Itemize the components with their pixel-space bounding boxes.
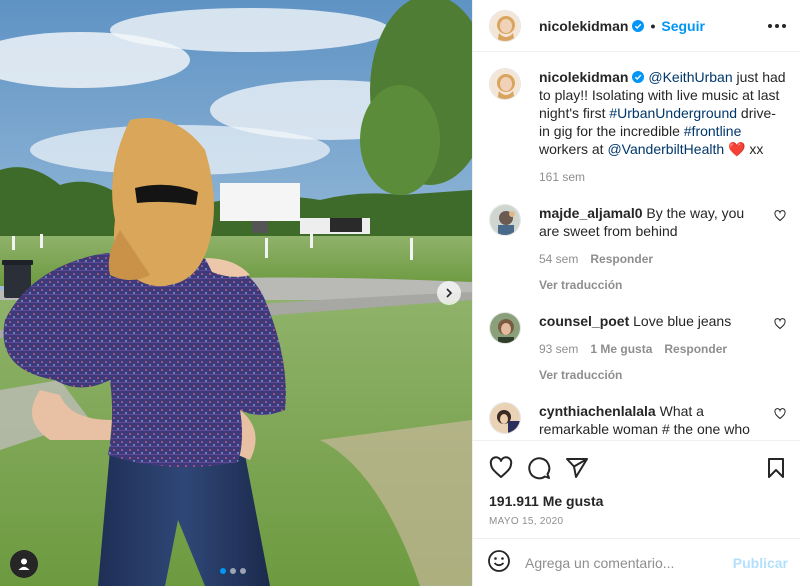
- commenter-avatar[interactable]: [489, 204, 521, 236]
- reply-button[interactable]: Responder: [590, 250, 653, 268]
- comment-bubble-icon: [528, 457, 551, 480]
- comment-content: Love blue jeans: [629, 313, 732, 329]
- comment-body: cynthiachenlalala What a remarkable woma…: [539, 402, 766, 438]
- author-avatar[interactable]: [489, 9, 521, 42]
- comment-time[interactable]: 93 sem: [539, 340, 578, 358]
- next-image-button[interactable]: [437, 281, 461, 305]
- mention-link[interactable]: @KeithUrban: [648, 69, 732, 85]
- carousel-indicator: [220, 568, 246, 574]
- caption-meta: 161 sem: [539, 168, 786, 186]
- avatar-image: [490, 205, 520, 235]
- dot-icon: [782, 23, 786, 28]
- comment-username[interactable]: cynthiachenlalala: [539, 403, 656, 419]
- chevron-right-icon: [446, 288, 453, 298]
- post-date[interactable]: MAYO 15, 2020: [489, 516, 788, 527]
- comment-composer: Publicar: [473, 538, 800, 586]
- comment-item: majde_aljamal0 By the way, you are sweet…: [489, 204, 786, 294]
- comment-item: counsel_poet Love blue jeans 93 sem 1 Me…: [489, 312, 786, 384]
- post-image[interactable]: [0, 0, 472, 586]
- caption-body: nicolekidman @KeithUrban just had to pla…: [539, 68, 786, 186]
- verified-badge-icon: [632, 71, 645, 83]
- heart-icon: [489, 456, 513, 478]
- post-panel: nicolekidman • Seguir nicolekidman @Keit…: [472, 0, 800, 586]
- caption-text-part: workers at: [539, 141, 608, 157]
- save-button[interactable]: [764, 456, 788, 480]
- comment-time[interactable]: 54 sem: [539, 250, 578, 268]
- carousel-dot: [230, 568, 236, 574]
- comment-text: cynthiachenlalala What a remarkable woma…: [539, 402, 766, 438]
- author-username[interactable]: nicolekidman: [539, 18, 628, 34]
- caption-text: nicolekidman @KeithUrban just had to pla…: [539, 68, 786, 158]
- comment-button[interactable]: [527, 456, 551, 480]
- like-button[interactable]: [489, 456, 513, 480]
- carousel-dot: [240, 568, 246, 574]
- follow-button[interactable]: Seguir: [661, 18, 705, 34]
- avatar-image: [490, 69, 520, 99]
- separator: •: [650, 17, 656, 34]
- publish-button[interactable]: Publicar: [733, 555, 788, 571]
- heart-emoji: ❤️: [728, 141, 746, 157]
- mention-link[interactable]: @VanderbiltHealth: [607, 141, 724, 157]
- avatar-image: [490, 10, 520, 41]
- comment-body: counsel_poet Love blue jeans 93 sem 1 Me…: [539, 312, 766, 384]
- comment-meta: 54 sem Responder: [539, 250, 766, 268]
- post-actions: 191.911 Me gusta MAYO 15, 2020: [473, 440, 800, 538]
- caption-username[interactable]: nicolekidman: [539, 69, 628, 85]
- comment-text: counsel_poet Love blue jeans: [539, 312, 766, 330]
- commenter-avatar[interactable]: [489, 312, 521, 344]
- comment-text: majde_aljamal0 By the way, you are sweet…: [539, 204, 766, 240]
- post-header: nicolekidman • Seguir: [473, 0, 800, 52]
- dot-icon: [775, 23, 779, 28]
- avatar-image: [490, 403, 520, 433]
- bookmark-icon: [768, 458, 784, 478]
- like-comment-heart-icon[interactable]: [774, 210, 786, 222]
- verified-badge-icon: [632, 19, 645, 32]
- post-modal: nicolekidman • Seguir nicolekidman @Keit…: [0, 0, 800, 586]
- dot-icon: [768, 23, 772, 28]
- comment-body: majde_aljamal0 By the way, you are sweet…: [539, 204, 766, 294]
- caption-text-part: xx: [745, 141, 764, 157]
- post-photo-scene: [0, 0, 472, 586]
- user-icon: [18, 558, 30, 570]
- carousel-dot-active: [220, 568, 226, 574]
- more-options-button[interactable]: [768, 23, 786, 28]
- commenter-avatar[interactable]: [489, 402, 521, 434]
- paper-plane-icon: [566, 458, 588, 478]
- comments-list[interactable]: nicolekidman @KeithUrban just had to pla…: [473, 52, 800, 440]
- comment-item: cynthiachenlalala What a remarkable woma…: [489, 402, 786, 438]
- tagged-user-button[interactable]: [10, 550, 38, 578]
- comment-username[interactable]: counsel_poet: [539, 313, 629, 329]
- avatar-image: [490, 313, 520, 343]
- comment-meta: 93 sem 1 Me gusta Responder: [539, 340, 766, 358]
- see-translation-button[interactable]: Ver traducción: [539, 366, 766, 384]
- like-comment-heart-icon[interactable]: [774, 318, 786, 330]
- likes-count[interactable]: 191.911 Me gusta: [489, 493, 788, 509]
- hashtag-link[interactable]: #frontline: [684, 123, 742, 139]
- caption-time[interactable]: 161 sem: [539, 168, 585, 186]
- comment-username[interactable]: majde_aljamal0: [539, 205, 643, 221]
- comment-likes-count[interactable]: 1 Me gusta: [590, 340, 652, 358]
- share-button[interactable]: [565, 456, 589, 480]
- action-icons: [489, 451, 788, 485]
- caption: nicolekidman @KeithUrban just had to pla…: [489, 68, 786, 186]
- emoji-icon: [488, 550, 510, 572]
- comment-input[interactable]: [525, 554, 733, 571]
- like-comment-heart-icon[interactable]: [774, 408, 786, 420]
- see-translation-button[interactable]: Ver traducción: [539, 276, 766, 294]
- author-avatar[interactable]: [489, 68, 521, 100]
- reply-button[interactable]: Responder: [664, 340, 727, 358]
- emoji-button[interactable]: [487, 549, 511, 576]
- hashtag-link[interactable]: #UrbanUnderground: [609, 105, 737, 121]
